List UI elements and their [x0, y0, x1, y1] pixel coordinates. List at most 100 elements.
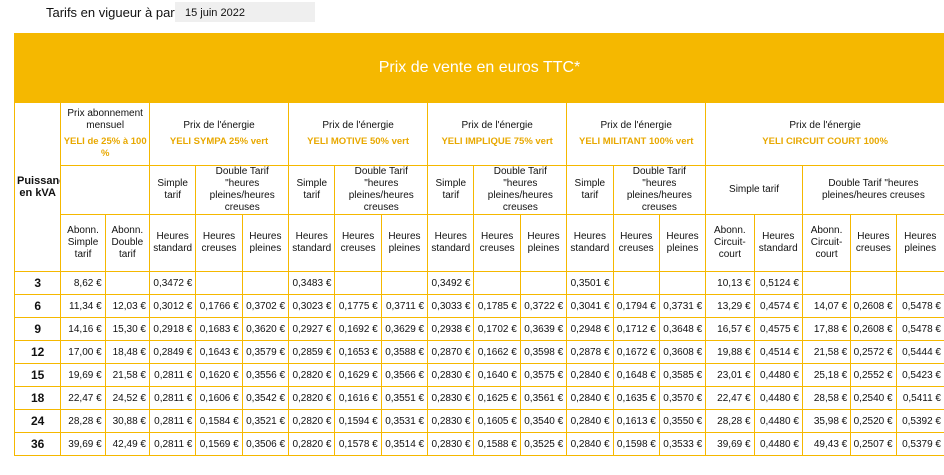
- price-cell: 0,2938 €: [427, 317, 475, 341]
- price-cell: 0,3639 €: [519, 317, 568, 341]
- price-cell: 0,3722 €: [519, 294, 568, 318]
- price-cell: 0,2840 €: [566, 363, 614, 387]
- price-cell: 0,3041 €: [566, 294, 614, 318]
- price-cell: 0,3575 €: [519, 363, 568, 387]
- table-row: 9 14,16 €15,30 €0,2918 €0,1683 €0,3620 €0…: [13, 317, 944, 341]
- price-cell: 0,3731 €: [658, 294, 707, 318]
- price-cell: 0,1584 €: [195, 409, 243, 433]
- price-cell: 0,2811 €: [148, 386, 197, 410]
- price-cell: 0,3561 €: [519, 386, 568, 410]
- offer-header-militant: Prix de l'énergie YELI MILITANT 100% ver…: [566, 102, 707, 166]
- table-row: 12 17,00 €18,48 €0,2849 €0,1643 €0,3579 €…: [13, 340, 944, 364]
- price-cell: 0,3501 €: [566, 271, 614, 295]
- price-cell: 0,2927 €: [288, 317, 336, 341]
- price-cell: 39,69 €: [705, 432, 755, 456]
- price-cell: 0,3506 €: [241, 432, 290, 456]
- price-cell: 0,3588 €: [380, 340, 429, 364]
- heures-pleines-header: Heures pleines: [895, 214, 944, 272]
- price-cell: 0,3540 €: [519, 409, 568, 433]
- price-cell: [658, 271, 707, 295]
- price-cell: 24,52 €: [104, 386, 151, 410]
- price-cell: 0,1653 €: [334, 340, 382, 364]
- price-cell: 0,3570 €: [658, 386, 707, 410]
- abonn-double-header: Abonn. Double tarif: [104, 214, 151, 272]
- heures-standard-header: Heures standard: [427, 214, 475, 272]
- table-row: 3 8,62 € 0,3472 € 0,3483 € 0,3492 € 0,3501 € 1…: [13, 271, 944, 295]
- price-cell: 0,2608 €: [850, 317, 897, 341]
- price-cell: 0,3556 €: [241, 363, 290, 387]
- price-cell: [612, 271, 660, 295]
- price-cell: 0,2948 €: [566, 317, 614, 341]
- price-cell: 0,3648 €: [658, 317, 707, 341]
- price-cell: 0,3521 €: [241, 409, 290, 433]
- price-cell: 0,2840 €: [566, 409, 614, 433]
- offer-name: YELI CIRCUIT COURT 100%: [762, 136, 888, 147]
- heures-pleines-header: Heures pleines: [519, 214, 568, 272]
- price-cell: 0,4480 €: [753, 363, 803, 387]
- price-cell: 0,1702 €: [473, 317, 521, 341]
- price-cell: 22,47 €: [705, 386, 755, 410]
- price-cell: 0,1613 €: [612, 409, 660, 433]
- price-cell: 0,2820 €: [288, 409, 336, 433]
- double-tariff-header: Double Tarif "heures pleines/heures creu…: [195, 165, 290, 215]
- price-cell: 0,1594 €: [334, 409, 382, 433]
- price-cell: [895, 271, 944, 295]
- price-cell: 14,07 €: [801, 294, 852, 318]
- price-cell: 0,3711 €: [380, 294, 429, 318]
- price-cell: [334, 271, 382, 295]
- price-cell: 0,3598 €: [519, 340, 568, 364]
- heures-pleines-header: Heures pleines: [380, 214, 429, 272]
- price-cell: [519, 271, 568, 295]
- price-cell: 10,13 €: [705, 271, 755, 295]
- price-cell: [195, 271, 243, 295]
- power-column-header: Puissance en kVA: [13, 102, 62, 272]
- effective-date-value: 15 juin 2022: [175, 2, 315, 22]
- price-cell: 19,88 €: [705, 340, 755, 364]
- price-cell: 0,1616 €: [334, 386, 382, 410]
- price-cell: 0,2830 €: [427, 409, 475, 433]
- energy-price-title: Prix de l'énergie: [322, 120, 394, 131]
- table-row: 15 19,69 €21,58 €0,2811 €0,1620 €0,3556 €…: [13, 363, 944, 387]
- subscription-title: Prix abonnement mensuel: [67, 108, 143, 131]
- price-cell: 0,1620 €: [195, 363, 243, 387]
- price-cell: 0,1625 €: [473, 386, 521, 410]
- price-cell: 0,1794 €: [612, 294, 660, 318]
- double-tariff-header: Double Tarif "heures pleines/heures creu…: [473, 165, 568, 215]
- price-cell: 11,34 €: [60, 294, 106, 318]
- table-row: 24 28,28 €30,88 €0,2811 €0,1584 €0,3521 €…: [13, 409, 944, 433]
- price-cell: 8,62 €: [60, 271, 106, 295]
- table-row: 18 22,47 €24,52 €0,2811 €0,1606 €0,3542 €…: [13, 386, 944, 410]
- price-cell: 13,29 €: [705, 294, 755, 318]
- price-cell: 19,69 €: [60, 363, 106, 387]
- price-cell: 0,4480 €: [753, 409, 803, 433]
- price-cell: 0,4480 €: [753, 386, 803, 410]
- price-cell: 0,2811 €: [148, 409, 197, 433]
- price-cell: 0,2870 €: [427, 340, 475, 364]
- price-cell: 35,98 €: [801, 409, 852, 433]
- offer-name: YELI MOTIVE 50% vert: [307, 136, 410, 147]
- price-cell: [380, 271, 429, 295]
- price-cell: 0,1775 €: [334, 294, 382, 318]
- price-cell: 0,2820 €: [288, 432, 336, 456]
- price-cell: 28,58 €: [801, 386, 852, 410]
- price-cell: 21,58 €: [801, 340, 852, 364]
- power-value: 12: [13, 340, 62, 364]
- price-cell: 0,1672 €: [612, 340, 660, 364]
- price-cell: 0,4514 €: [753, 340, 803, 364]
- price-cell: 0,2520 €: [850, 409, 897, 433]
- price-cell: 0,4480 €: [753, 432, 803, 456]
- price-cell: 0,3492 €: [427, 271, 475, 295]
- price-cell: 0,1629 €: [334, 363, 382, 387]
- price-cell: 0,2840 €: [566, 386, 614, 410]
- price-cell: 0,3620 €: [241, 317, 290, 341]
- price-cell: 0,1766 €: [195, 294, 243, 318]
- price-cell: 21,58 €: [104, 363, 151, 387]
- power-value: 3: [13, 271, 62, 295]
- heures-standard-header: Heures standard: [566, 214, 614, 272]
- abonn-cc2-header: Abonn. Circuit-court: [801, 214, 852, 272]
- price-banner: Prix de vente en euros TTC*: [14, 33, 944, 102]
- heures-standard-header: Heures standard: [288, 214, 336, 272]
- price-cell: [850, 271, 897, 295]
- heures-standard-header: Heures standard: [148, 214, 197, 272]
- heures-creuses-header: Heures creuses: [334, 214, 382, 272]
